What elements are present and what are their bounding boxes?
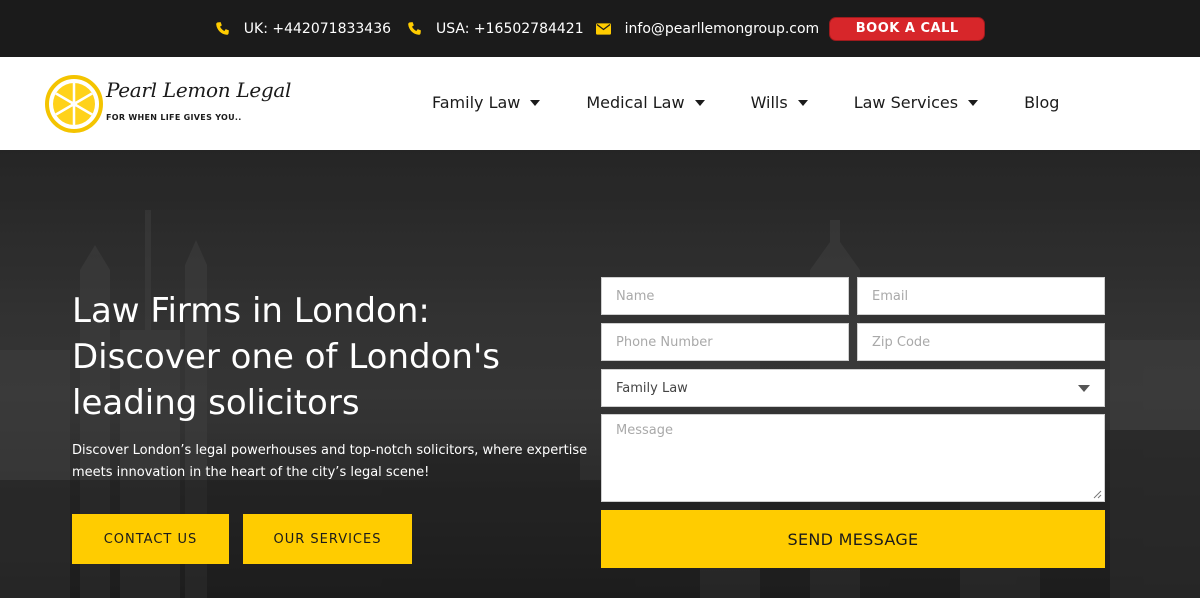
hero-title-line: leading solicitors xyxy=(72,383,360,423)
caret-down-icon xyxy=(530,99,541,106)
usa-phone-text: USA: +16502784421 xyxy=(436,20,584,37)
email-input[interactable]: Email xyxy=(857,277,1105,315)
nav-item-label: Medical Law xyxy=(586,93,685,112)
hero-title: Law Firms in London: Discover one of Lon… xyxy=(72,288,572,426)
caret-down-icon xyxy=(694,99,705,106)
top-contact-bar: UK: +442071833436 USA: +16502784421 info… xyxy=(0,0,1200,57)
nav-item-law-services[interactable]: Law Services xyxy=(853,93,979,112)
nav-item-blog[interactable]: Blog xyxy=(1024,93,1059,112)
our-services-button[interactable]: OUR SERVICES xyxy=(243,514,412,564)
uk-phone-link[interactable]: UK: +442071833436 xyxy=(215,21,391,37)
main-nav: Family Law Medical Law Wills Law Service… xyxy=(432,93,1059,112)
email-text: info@pearllemongroup.com xyxy=(624,20,820,37)
caret-down-icon xyxy=(968,99,979,106)
phone-number-input[interactable]: Phone Number xyxy=(601,323,849,361)
nav-item-family-law[interactable]: Family Law xyxy=(432,93,541,112)
caret-down-icon xyxy=(797,99,808,106)
hero-section: Law Firms in London: Discover one of Lon… xyxy=(0,150,1200,598)
usa-phone-link[interactable]: USA: +16502784421 xyxy=(407,21,584,37)
uk-phone-text: UK: +442071833436 xyxy=(243,20,392,37)
site-header: Pearl Lemon Legal FOR WHEN LIFE GIVES YO… xyxy=(0,57,1200,150)
send-message-button[interactable]: SEND MESSAGE xyxy=(601,510,1105,568)
email-link[interactable]: info@pearllemongroup.com xyxy=(595,20,820,37)
hero-subtitle-line: meets innovation in the heart of the cit… xyxy=(72,465,430,480)
envelope-icon xyxy=(595,22,611,35)
zip-code-input[interactable]: Zip Code xyxy=(857,323,1105,361)
contact-us-button[interactable]: CONTACT US xyxy=(72,514,229,564)
hero-title-line: Law Firms in London: xyxy=(72,291,430,331)
service-select[interactable]: Family Law xyxy=(601,369,1105,407)
nav-item-medical-law[interactable]: Medical Law xyxy=(586,93,705,112)
logo-title: Pearl Lemon Legal xyxy=(106,78,292,102)
chevron-down-icon xyxy=(1078,384,1090,392)
lemon-slice-icon xyxy=(45,75,103,133)
resize-handle-icon[interactable] xyxy=(1093,490,1102,499)
name-input[interactable]: Name xyxy=(601,277,849,315)
service-select-value: Family Law xyxy=(616,380,688,396)
nav-item-label: Blog xyxy=(1024,93,1060,112)
book-a-call-button[interactable]: BOOK A CALL xyxy=(829,16,986,41)
hero-subtitle: Discover London’s legal powerhouses and … xyxy=(72,440,588,484)
nav-item-wills[interactable]: Wills xyxy=(751,93,808,112)
logo[interactable]: Pearl Lemon Legal FOR WHEN LIFE GIVES YO… xyxy=(44,74,291,134)
hero-subtitle-line: Discover London’s legal powerhouses and … xyxy=(72,443,588,458)
message-textarea[interactable]: Message xyxy=(601,414,1105,502)
logo-tagline: FOR WHEN LIFE GIVES YOU.. xyxy=(106,113,242,122)
nav-item-label: Law Services xyxy=(853,93,959,112)
phone-icon xyxy=(216,22,229,35)
nav-item-label: Family Law xyxy=(432,93,521,112)
phone-icon xyxy=(408,22,421,35)
nav-item-label: Wills xyxy=(750,93,788,112)
message-placeholder: Message xyxy=(616,423,673,438)
hero-title-line: Discover one of London's xyxy=(72,337,501,377)
